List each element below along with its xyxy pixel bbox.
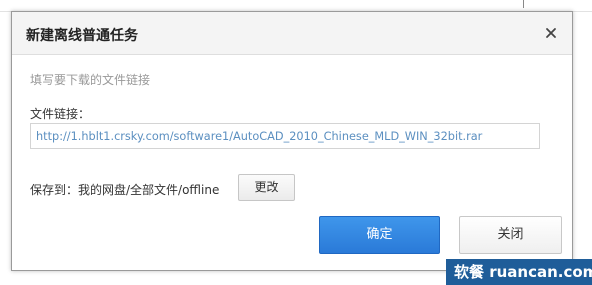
save-location-label: 保存到：我的网盘/全部文件/offline: [30, 183, 220, 197]
backdrop-divider: [523, 0, 524, 8]
confirm-button[interactable]: 确定: [319, 216, 440, 254]
dialog-hint: 填写要下载的文件链接: [30, 73, 151, 87]
dialog-title: 新建离线普通任务: [26, 28, 138, 44]
url-input[interactable]: [30, 123, 540, 149]
dialog-header: 新建离线普通任务: [12, 12, 572, 55]
change-location-button[interactable]: 更改: [238, 174, 295, 201]
url-label: 文件链接：: [30, 107, 91, 121]
offline-task-dialog: 新建离线普通任务 填写要下载的文件链接 文件链接： 保存到：我的网盘/全部文件/…: [11, 11, 573, 271]
site-watermark: 软餐 ruancan.com: [446, 259, 592, 285]
close-dialog-button[interactable]: 关闭: [459, 216, 562, 254]
close-icon[interactable]: [542, 24, 560, 42]
